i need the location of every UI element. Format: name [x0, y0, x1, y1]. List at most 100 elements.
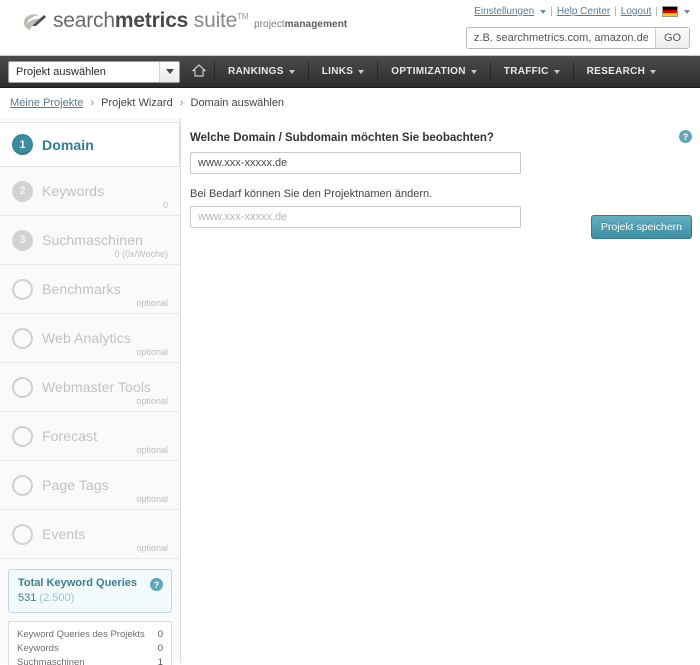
step-meta-webmaster-tools: optional: [136, 396, 168, 406]
step-label-suchmaschinen: Suchmaschinen: [42, 232, 143, 248]
sidebar-step-domain[interactable]: 1 Domain: [0, 122, 180, 167]
sidebar-step-suchmaschinen[interactable]: 3 Suchmaschinen 0 (0x/Woche): [0, 216, 180, 265]
logo-word-metrics: metrics: [114, 9, 189, 32]
save-project-button[interactable]: Projekt speichern: [590, 215, 692, 239]
step-badge-circle-icon: [12, 474, 33, 496]
step-label-keywords: Keywords: [42, 183, 105, 199]
project-select-label: Projekt auswählen: [16, 65, 106, 78]
stats-row: Keyword Queries des Projekts 0: [17, 628, 163, 642]
nav-item-traffic[interactable]: TRAFFIC: [491, 56, 573, 88]
help-center-link[interactable]: Help Center: [557, 6, 610, 17]
sidebar-step-keywords[interactable]: 2 Keywords 0: [0, 167, 180, 216]
page-layout: 1 Domain 2 Keywords 0 3 Suchmaschinen 0 …: [0, 118, 700, 665]
flag-de-icon[interactable]: [662, 6, 678, 17]
projectname-hint-label: Bei Bedarf können Sie den Projektnamen ä…: [190, 188, 433, 200]
nav-label-links: LINKS: [321, 66, 354, 77]
total-keyword-queries-box: Total Keyword Queries 531 (2.500) ?: [8, 569, 172, 613]
projectname-input[interactable]: [190, 206, 521, 228]
nav-label-research: RESEARCH: [586, 66, 646, 77]
keyword-queries-limit: (2.500): [39, 592, 75, 604]
step-badge-circle-icon: [12, 523, 33, 545]
step-badge-2: 2: [12, 180, 33, 202]
stats-row: Keywords 0: [17, 642, 163, 656]
global-search[interactable]: GO: [466, 27, 690, 49]
step-badge-circle-icon: [12, 327, 33, 349]
project-stats-table: Keyword Queries des Projekts 0 Keywords …: [8, 621, 172, 665]
stats-value-keywords: 0: [157, 643, 163, 654]
home-button[interactable]: [184, 56, 214, 88]
util-separator-1: |: [550, 6, 553, 17]
nav-item-research[interactable]: RESEARCH: [574, 56, 670, 88]
step-badge-circle-icon: [12, 376, 33, 398]
step-meta-web-analytics: optional: [136, 347, 168, 357]
breadcrumb-separator-1: ›: [90, 97, 95, 109]
chevron-down-icon: [650, 69, 657, 74]
step-badge-1: 1: [12, 134, 33, 155]
wizard-main-content: ? Welche Domain / Subdomain möchten Sie …: [181, 118, 700, 663]
wizard-sidebar: 1 Domain 2 Keywords 0 3 Suchmaschinen 0 …: [0, 118, 181, 665]
step-badge-circle-icon: [12, 278, 33, 300]
sidebar-step-benchmarks[interactable]: Benchmarks optional: [0, 265, 180, 314]
keyword-queries-value: 531: [18, 592, 37, 604]
step-badge-3: 3: [12, 229, 33, 251]
step-label-forecast: Forecast: [42, 428, 98, 444]
sidebar-step-webmaster-tools[interactable]: Webmaster Tools optional: [0, 363, 180, 412]
breadcrumb: Meine Projekte › Projekt Wizard › Domain…: [0, 88, 700, 118]
logo-tagline-management: management: [284, 19, 348, 30]
chevron-down-icon[interactable]: [540, 9, 547, 14]
nav-label-traffic: TRAFFIC: [503, 66, 549, 77]
step-meta-page-tags: optional: [136, 494, 168, 504]
sidebar-step-page-tags[interactable]: Page Tags optional: [0, 461, 180, 510]
breadcrumb-separator-2: ›: [179, 97, 184, 109]
chevron-down-icon: [553, 69, 560, 74]
logo-word-search: search: [53, 9, 115, 32]
nav-item-optimization[interactable]: OPTIMIZATION: [378, 56, 490, 88]
breadcrumb-item-projekt-wizard: Projekt Wizard: [101, 97, 173, 109]
sidebar-step-events[interactable]: Events optional: [0, 510, 180, 559]
step-meta-events: optional: [136, 543, 168, 553]
stats-value-keyword-queries: 0: [157, 629, 163, 640]
breadcrumb-link-meine-projekte[interactable]: Meine Projekte: [10, 97, 83, 109]
chevron-down-icon: [470, 69, 477, 74]
chevron-down-icon[interactable]: [159, 61, 179, 82]
breadcrumb-current: Domain auswählen: [190, 97, 285, 109]
top-header: searchmetrics suiteTM projectmanagement …: [0, 0, 700, 56]
project-select-dropdown[interactable]: Projekt auswählen: [8, 60, 180, 83]
keyword-queries-title: Total Keyword Queries: [18, 577, 137, 589]
search-go-button[interactable]: GO: [655, 28, 689, 48]
step-label-page-tags: Page Tags: [42, 477, 109, 493]
util-separator-3: |: [655, 6, 658, 17]
chevron-down-icon: [358, 69, 365, 74]
step-meta-suchmaschinen: 0 (0x/Woche): [114, 249, 168, 259]
step-label-webmaster-tools: Webmaster Tools: [42, 379, 152, 395]
home-icon: [191, 63, 207, 80]
help-icon[interactable]: ?: [150, 578, 163, 591]
stats-label-suchmaschinen: Suchmaschinen: [17, 657, 85, 665]
searchmetrics-logo-icon: [22, 13, 48, 36]
step-meta-benchmarks: optional: [136, 298, 168, 308]
logo-trademark: TM: [237, 12, 249, 21]
nav-item-rankings[interactable]: RANKINGS: [215, 56, 308, 88]
stats-value-suchmaschinen: 1: [157, 657, 163, 665]
settings-link[interactable]: Einstellungen: [474, 6, 534, 17]
help-icon[interactable]: ?: [679, 130, 692, 143]
sidebar-step-web-analytics[interactable]: Web Analytics optional: [0, 314, 180, 363]
stats-row: Suchmaschinen 1: [17, 656, 163, 665]
step-label-benchmarks: Benchmarks: [42, 281, 121, 297]
sidebar-step-forecast[interactable]: Forecast optional: [0, 412, 180, 461]
domain-input[interactable]: [190, 152, 521, 174]
step-meta-forecast: optional: [136, 445, 168, 455]
nav-label-rankings: RANKINGS: [228, 66, 284, 77]
search-input[interactable]: [467, 28, 655, 48]
util-separator-2: |: [614, 6, 617, 17]
logout-link[interactable]: Logout: [621, 6, 652, 17]
logo-word-suite: suite: [193, 9, 238, 32]
domain-question-label: Welche Domain / Subdomain möchten Sie be…: [190, 132, 494, 144]
nav-item-links[interactable]: LINKS: [309, 56, 378, 88]
app-logo[interactable]: searchmetrics suiteTM projectmanagement: [22, 10, 347, 36]
main-navigation: Projekt auswählen RANKINGS LINKS OPTIMIZ…: [0, 56, 700, 88]
language-chevron-down-icon[interactable]: [684, 9, 690, 14]
chevron-down-icon: [288, 69, 295, 74]
logo-tagline-project: project: [253, 19, 285, 30]
step-label-domain: Domain: [42, 136, 94, 153]
